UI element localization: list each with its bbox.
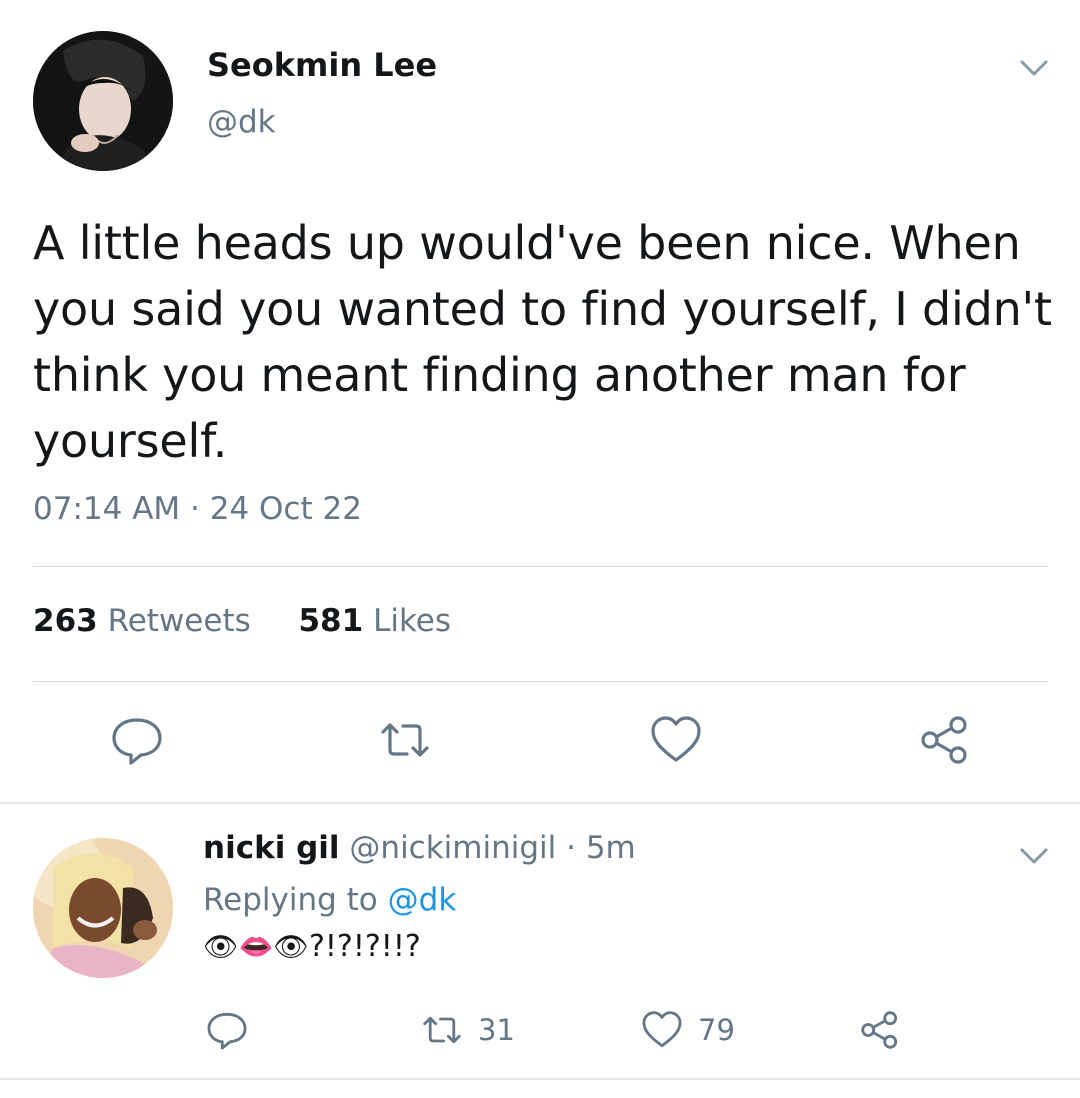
reply-age: 5m [585, 830, 636, 866]
reply-body: ?!?!?!!? [308, 929, 421, 964]
reply-like-count: 79 [698, 1013, 735, 1047]
tweet-date: 24 Oct 22 [209, 491, 362, 527]
section-separator [0, 802, 1080, 804]
share-icon [861, 1011, 898, 1049]
author-name[interactable]: Seokmin Lee [207, 46, 437, 84]
heart-icon [642, 1011, 682, 1048]
reply-icon[interactable] [109, 712, 165, 768]
reply-retweet-button[interactable]: 31 [420, 1008, 515, 1052]
reply-author-name[interactable]: nicki gil [203, 830, 340, 866]
reply-text: 👁👄👁?!?!?!!? [203, 929, 421, 964]
heart-icon[interactable] [648, 712, 704, 768]
retweet-icon [423, 1016, 461, 1044]
replying-prefix: Replying to [203, 882, 378, 918]
divider [33, 681, 1048, 682]
section-separator [0, 1078, 1080, 1080]
reply-reply-button[interactable] [205, 1008, 249, 1052]
author-handle[interactable]: @dk [207, 104, 276, 140]
replying-to-link[interactable]: @dk [388, 882, 457, 918]
reply-emojis: 👁👄👁 [203, 930, 309, 963]
reply-icon [207, 1012, 247, 1050]
chevron-down-icon[interactable] [1014, 54, 1054, 82]
likes-stat[interactable]: 581 Likes [298, 603, 451, 639]
reply-like-button[interactable]: 79 [640, 1008, 735, 1052]
likes-count: 581 [298, 603, 364, 639]
retweets-label: Retweets [107, 603, 251, 639]
replying-to: Replying to @dk [203, 882, 456, 918]
reply-author-avatar[interactable] [33, 838, 173, 978]
retweets-count: 263 [33, 603, 98, 639]
likes-label: Likes [373, 603, 452, 639]
share-icon[interactable] [917, 712, 973, 768]
tweet-text: A little heads up would've been nice. Wh… [33, 216, 1052, 468]
reply-retweet-count: 31 [478, 1013, 515, 1047]
divider [33, 566, 1048, 567]
tweet-timestamp: 07:14 AM · 24 Oct 22 [33, 491, 362, 527]
tweet-stats: 263 Retweets 581 Likes [33, 603, 451, 639]
author-avatar[interactable] [33, 31, 173, 171]
reply-header: nicki gil @nickiminigil · 5m [203, 830, 636, 866]
chevron-down-icon[interactable] [1014, 842, 1054, 870]
tweet-time: 07:14 AM [33, 491, 181, 527]
reply-author-handle[interactable]: @nickiminigil [349, 830, 556, 866]
retweets-stat[interactable]: 263 Retweets [33, 603, 251, 639]
reply-share-button[interactable] [858, 1008, 902, 1052]
retweet-icon[interactable] [377, 712, 433, 768]
